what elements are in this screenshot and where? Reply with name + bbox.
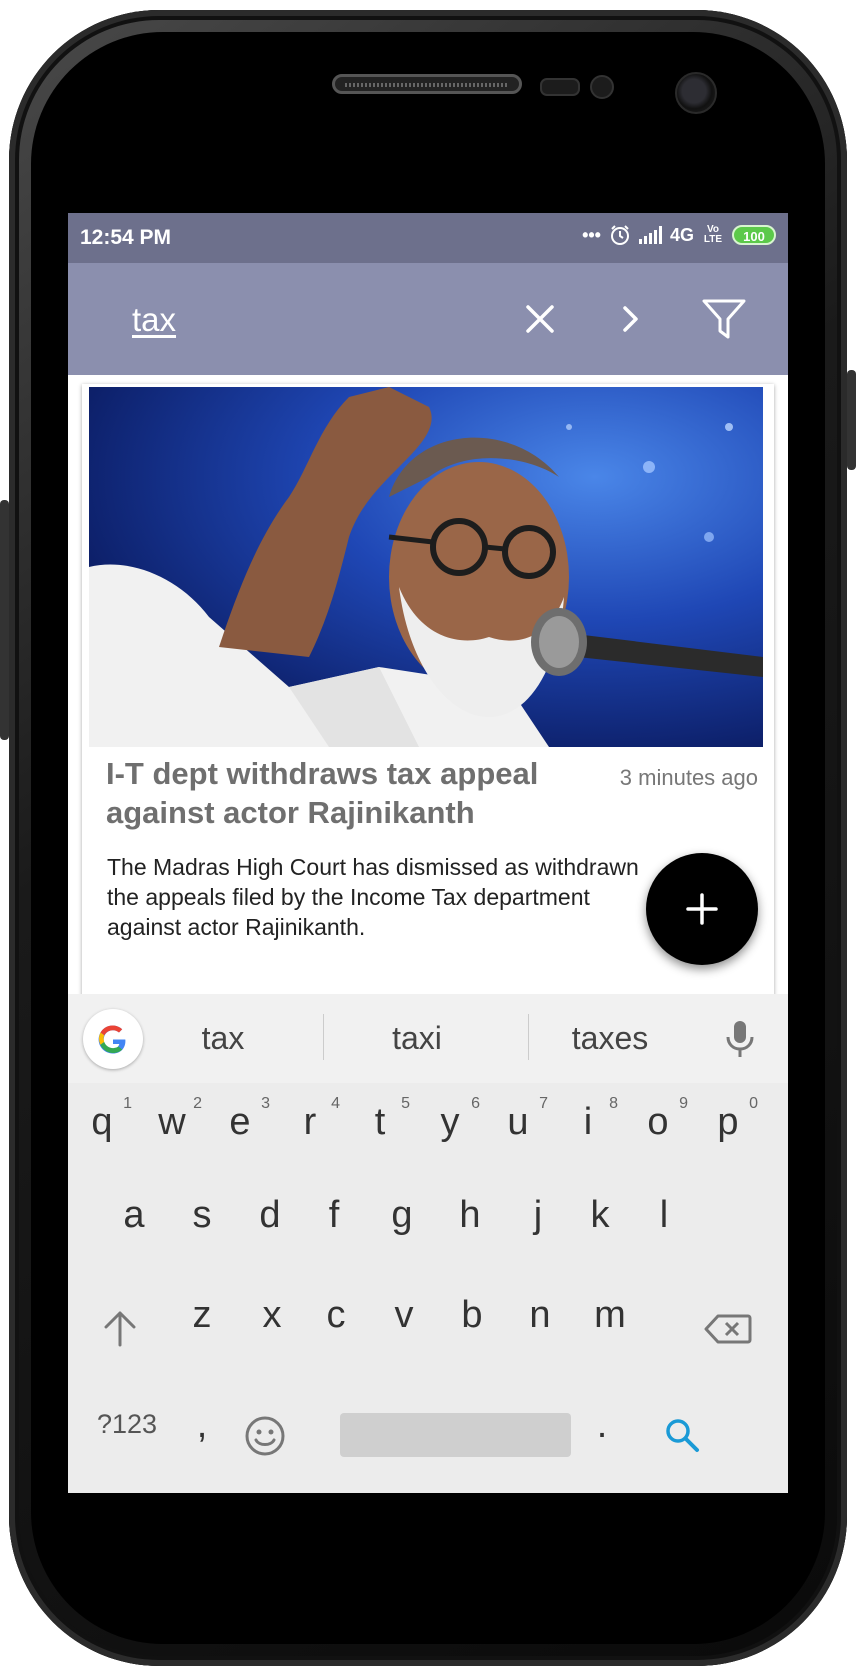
app-screen: 12:54 PM ••• 4G Vo LTE 100 tax I-T dept … <box>68 213 788 1493</box>
key-f[interactable]: f <box>304 1194 364 1237</box>
suggestion-3[interactable]: taxes <box>535 1020 685 1057</box>
key-w[interactable]: w2 <box>142 1095 202 1144</box>
key-hint: 7 <box>539 1095 548 1112</box>
suggestion-strip: tax taxi taxes <box>68 994 788 1083</box>
key-hint: 0 <box>749 1095 758 1112</box>
article-summary: The Madras High Court has dismissed as w… <box>107 854 639 940</box>
key-label: p <box>717 1101 739 1143</box>
alarm-icon <box>610 225 629 245</box>
key-label: i <box>583 1101 593 1143</box>
article-headline[interactable]: I-T dept withdraws tax appeal against ac… <box>106 754 576 832</box>
key-label: e <box>229 1101 251 1143</box>
key-label: t <box>374 1101 386 1143</box>
key-z[interactable]: z <box>172 1294 232 1337</box>
key-r[interactable]: r4 <box>280 1095 340 1144</box>
status-icons: ••• 4G Vo LTE 100 <box>582 224 776 246</box>
suggestion-divider <box>528 1014 529 1060</box>
article-photo <box>89 387 763 747</box>
space-bar[interactable] <box>340 1413 571 1457</box>
key-label: r <box>303 1101 317 1143</box>
key-y[interactable]: y6 <box>420 1095 481 1144</box>
chevron-right-icon[interactable] <box>608 297 652 341</box>
key-o[interactable]: o9 <box>628 1095 688 1144</box>
key-t[interactable]: t5 <box>350 1095 410 1144</box>
key-hint: 1 <box>123 1095 132 1112</box>
suggestion-divider <box>323 1014 324 1060</box>
battery-icon: 100 <box>732 225 776 245</box>
key-label: w <box>158 1101 186 1143</box>
article-timestamp: 3 minutes ago <box>619 765 758 790</box>
emoji-icon[interactable] <box>244 1415 286 1457</box>
signal-icon <box>638 226 662 244</box>
key-n[interactable]: n <box>510 1294 570 1337</box>
filter-icon[interactable] <box>700 295 748 343</box>
key-j[interactable]: j <box>508 1194 568 1237</box>
article-image <box>89 387 763 747</box>
key-c[interactable]: c <box>306 1294 366 1337</box>
more-notifications-icon: ••• <box>582 224 601 245</box>
key-hint: 4 <box>331 1095 340 1112</box>
soft-keyboard: tax taxi taxes q1 w2 e3 r4 t5 y6 u7 i8 o… <box>68 994 788 1493</box>
symbols-key[interactable]: ?123 <box>82 1409 172 1440</box>
key-hint: 9 <box>679 1095 688 1112</box>
key-k[interactable]: k <box>570 1194 630 1237</box>
key-hint: 5 <box>401 1095 410 1112</box>
backspace-icon[interactable] <box>704 1314 752 1344</box>
key-label: o <box>647 1101 669 1143</box>
suggestion-2[interactable]: taxi <box>342 1020 492 1057</box>
key-comma[interactable]: , <box>172 1404 232 1447</box>
key-v[interactable]: v <box>374 1294 434 1337</box>
earpiece-speaker <box>332 74 522 94</box>
key-a[interactable]: a <box>104 1194 164 1237</box>
proximity-sensor <box>540 78 580 96</box>
key-h[interactable]: h <box>440 1194 500 1237</box>
key-s[interactable]: s <box>172 1194 232 1237</box>
key-period[interactable]: . <box>572 1404 632 1447</box>
google-icon[interactable] <box>83 1009 143 1069</box>
key-e[interactable]: e3 <box>210 1095 270 1144</box>
key-label: y <box>440 1101 460 1143</box>
add-fab-button[interactable] <box>646 853 758 965</box>
volume-button <box>0 500 9 740</box>
front-camera <box>675 72 717 114</box>
key-label: u <box>507 1101 529 1143</box>
shift-icon[interactable] <box>102 1309 138 1347</box>
power-button <box>847 370 856 470</box>
key-q[interactable]: q1 <box>72 1095 132 1144</box>
status-bar: 12:54 PM ••• 4G Vo LTE 100 <box>68 213 788 263</box>
status-time: 12:54 PM <box>80 226 172 249</box>
key-d[interactable]: d <box>240 1194 300 1237</box>
volte-icon: Vo LTE <box>703 224 723 245</box>
key-hint: 2 <box>193 1095 202 1112</box>
key-i[interactable]: i8 <box>558 1095 618 1144</box>
suggestion-1[interactable]: tax <box>148 1020 298 1057</box>
search-input[interactable]: tax <box>132 301 176 339</box>
search-icon[interactable] <box>664 1417 700 1453</box>
key-p[interactable]: p0 <box>698 1095 758 1144</box>
key-u[interactable]: u7 <box>488 1095 548 1144</box>
key-g[interactable]: g <box>372 1194 432 1237</box>
plus-icon <box>686 893 718 925</box>
search-app-bar: tax <box>68 263 788 375</box>
key-hint: 8 <box>609 1095 618 1112</box>
network-type: 4G <box>669 224 694 245</box>
microphone-icon[interactable] <box>722 1019 758 1059</box>
key-m[interactable]: m <box>580 1294 640 1337</box>
key-b[interactable]: b <box>442 1294 502 1337</box>
key-hint: 6 <box>471 1095 480 1112</box>
key-l[interactable]: l <box>634 1194 694 1237</box>
key-x[interactable]: x <box>242 1294 302 1337</box>
key-label: q <box>91 1101 113 1143</box>
key-hint: 3 <box>261 1095 270 1112</box>
light-sensor <box>590 75 614 99</box>
close-icon[interactable] <box>518 297 562 341</box>
